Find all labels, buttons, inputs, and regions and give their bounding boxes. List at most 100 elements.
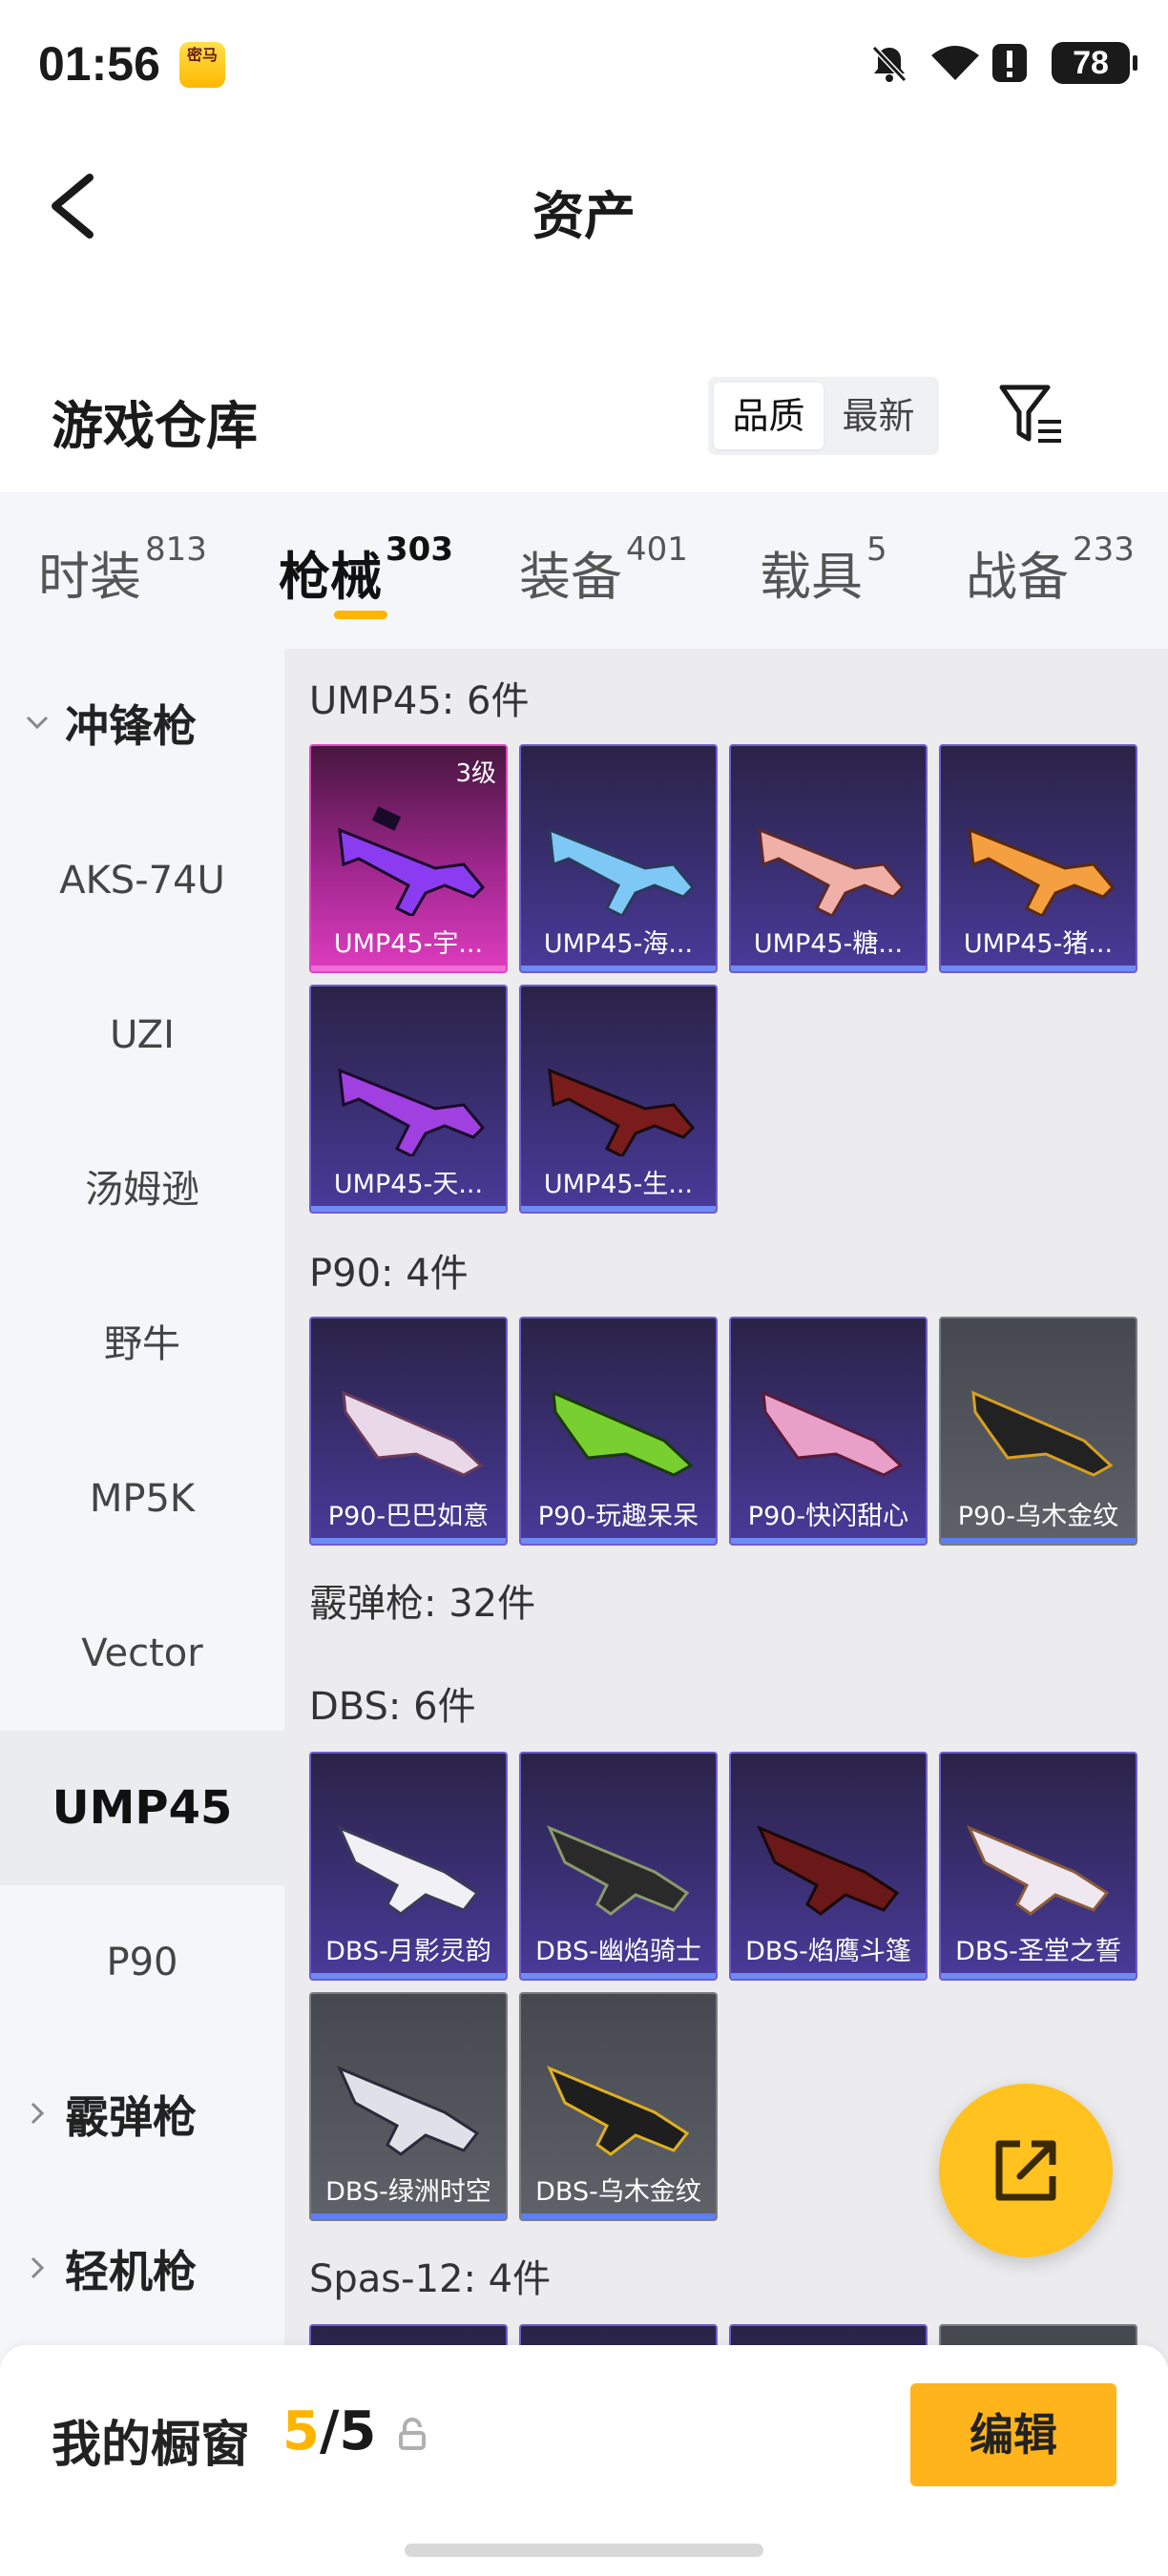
weapon-name: UMP45-海... xyxy=(543,929,694,959)
weapon-card[interactable]: DBS-绿洲时空 xyxy=(309,1992,508,2221)
weapon-skin-image xyxy=(548,1068,696,1156)
tab-label: 战备 xyxy=(966,547,1069,607)
weapon-card[interactable]: DBS-圣堂之誓 xyxy=(939,1752,1137,1981)
sidebar-item-p90[interactable]: P90 xyxy=(0,1885,284,2040)
rarity-bar xyxy=(731,1538,926,1544)
weapon-card[interactable]: DBS-幽焰骑士 xyxy=(519,1752,718,1981)
sort-by-newest[interactable]: 最新 xyxy=(824,383,933,449)
rarity-bar xyxy=(941,1538,1136,1544)
rarity-bar xyxy=(731,1973,926,1979)
weapon-card[interactable]: UMP45-天... xyxy=(309,985,508,1214)
page-title: 资产 xyxy=(532,186,636,246)
tab-count: 303 xyxy=(386,530,453,569)
weapon-name: DBS-焰鹰斗篷 xyxy=(745,1937,911,1966)
weapon-card[interactable]: P90-乌木金纹 xyxy=(939,1317,1137,1546)
tab-firearms[interactable]: 枪械 303 xyxy=(279,530,453,610)
filter-icon xyxy=(999,384,1061,443)
tab-vehicles[interactable]: 载具 5 xyxy=(760,530,887,610)
weapon-name: UMP45-宇... xyxy=(333,929,484,959)
warehouse-title: 游戏仓库 xyxy=(52,396,258,456)
weapon-name: P90-巴巴如意 xyxy=(327,1502,490,1531)
section-title-dbs: DBS: 6件 xyxy=(309,1685,476,1729)
weapon-name: DBS-乌木金纹 xyxy=(535,2177,701,2207)
rarity-bar xyxy=(311,1206,506,1212)
status-bar: 01:56 密马 78 xyxy=(0,0,1168,134)
sidebar-item-thompson[interactable]: 汤姆逊 xyxy=(0,1112,284,1267)
status-icons: 78 xyxy=(868,42,1137,84)
weapon-card[interactable]: P90-玩趣呆呆 xyxy=(519,1317,718,1546)
sidebar-item-lmg[interactable]: 轻机枪 xyxy=(0,2194,284,2349)
level-badge: 3级 xyxy=(455,759,496,788)
weapon-name: DBS-幽焰骑士 xyxy=(535,1937,701,1966)
home-indicator[interactable] xyxy=(405,2544,763,2557)
tab-equipment[interactable]: 装备 401 xyxy=(519,530,688,610)
tab-label: 枪械 xyxy=(279,547,382,607)
sidebar-item-mp5k[interactable]: MP5K xyxy=(0,1422,284,1576)
weapon-card[interactable]: DBS-乌木金纹 xyxy=(519,1992,718,2221)
app-header: 资产 xyxy=(0,134,1168,277)
sidebar-item-shotgun[interactable]: 霰弹枪 xyxy=(0,2040,284,2194)
tab-label: 时装 xyxy=(38,547,141,607)
sort-by-quality[interactable]: 品质 xyxy=(714,383,824,449)
showcase-separator: / xyxy=(319,2400,340,2462)
status-time: 01:56 xyxy=(38,37,160,91)
weapon-card[interactable]: UMP45-生... xyxy=(519,985,718,1214)
sidebar-item-aks74u[interactable]: AKS-74U xyxy=(0,803,284,958)
weapon-skin-image xyxy=(547,2066,690,2156)
share-button[interactable] xyxy=(939,2084,1113,2257)
tab-supplies[interactable]: 战备 233 xyxy=(966,530,1135,610)
tab-count: 813 xyxy=(145,530,207,569)
battery-icon: 78 xyxy=(1052,42,1137,84)
app-notification-icon: 密马 xyxy=(179,42,225,88)
rarity-bar xyxy=(311,966,506,971)
weapon-skin-image xyxy=(761,1390,904,1477)
showcase-title: 我的橱窗 xyxy=(52,2417,251,2474)
chevron-down-icon xyxy=(26,716,49,730)
tab-label: 装备 xyxy=(519,547,622,607)
showcase-total: 5 xyxy=(339,2400,377,2462)
weapon-card[interactable]: P90-巴巴如意 xyxy=(309,1317,508,1546)
weapon-name: DBS-圣堂之誓 xyxy=(955,1937,1121,1966)
weapon-name: UMP45-猪... xyxy=(963,929,1114,959)
tab-count: 233 xyxy=(1073,530,1135,569)
alert-icon xyxy=(991,42,1032,84)
showcase-count: 5/5 xyxy=(282,2400,376,2462)
weapon-card[interactable]: 3级 UMP45-宇... xyxy=(309,744,508,973)
weapon-skin-image xyxy=(967,1825,1110,1916)
tab-fashion[interactable]: 时装 813 xyxy=(38,530,207,610)
weapon-type-sidebar: 冲锋枪 AKS-74U UZI 汤姆逊 野牛 MP5K Vector UMP45… xyxy=(0,649,284,2366)
share-icon xyxy=(995,2140,1056,2201)
weapon-skin-image xyxy=(552,1390,694,1477)
tab-count: 401 xyxy=(626,530,688,569)
rarity-bar xyxy=(521,1206,716,1212)
edit-button[interactable]: 编辑 xyxy=(910,2383,1116,2486)
rarity-bar xyxy=(731,966,926,971)
weapon-card[interactable]: UMP45-海... xyxy=(519,744,718,973)
chevron-right-icon xyxy=(31,2256,45,2279)
sidebar-item-uzi[interactable]: UZI xyxy=(0,958,284,1112)
sidebar-item-label: 霰弹枪 xyxy=(65,2091,197,2143)
rarity-bar xyxy=(941,1973,1136,1979)
sort-toggle: 品质 最新 xyxy=(708,377,939,455)
weapon-card[interactable]: DBS-焰鹰斗篷 xyxy=(729,1752,928,1981)
sidebar-item-bizon[interactable]: 野牛 xyxy=(0,1267,284,1422)
weapon-skin-image xyxy=(971,1390,1114,1477)
wifi-icon xyxy=(929,42,979,84)
rarity-bar xyxy=(521,1973,716,1979)
weapon-card[interactable]: P90-快闪甜心 xyxy=(729,1317,928,1546)
weapon-card[interactable]: DBS-月影灵韵 xyxy=(309,1752,508,1981)
rarity-bar xyxy=(521,1538,716,1544)
sidebar-item-vector[interactable]: Vector xyxy=(0,1576,284,1731)
category-tabs: 时装 813 枪械 303 装备 401 载具 5 战备 233 xyxy=(0,492,1168,649)
weapon-name: P90-快闪甜心 xyxy=(747,1502,909,1531)
sidebar-item-label: 轻机枪 xyxy=(65,2246,197,2297)
weapon-card[interactable]: UMP45-猪... xyxy=(939,744,1137,973)
filter-button[interactable] xyxy=(998,384,1065,447)
showcase-current: 5 xyxy=(282,2400,320,2462)
sidebar-item-ump45[interactable]: UMP45 xyxy=(0,1731,284,1885)
weapon-name: P90-玩趣呆呆 xyxy=(537,1502,699,1531)
rarity-bar xyxy=(311,1538,506,1544)
weapon-card[interactable]: UMP45-糖... xyxy=(729,744,928,973)
weapon-name: UMP45-生... xyxy=(543,1170,694,1199)
sidebar-item-smg[interactable]: 冲锋枪 xyxy=(0,649,284,803)
